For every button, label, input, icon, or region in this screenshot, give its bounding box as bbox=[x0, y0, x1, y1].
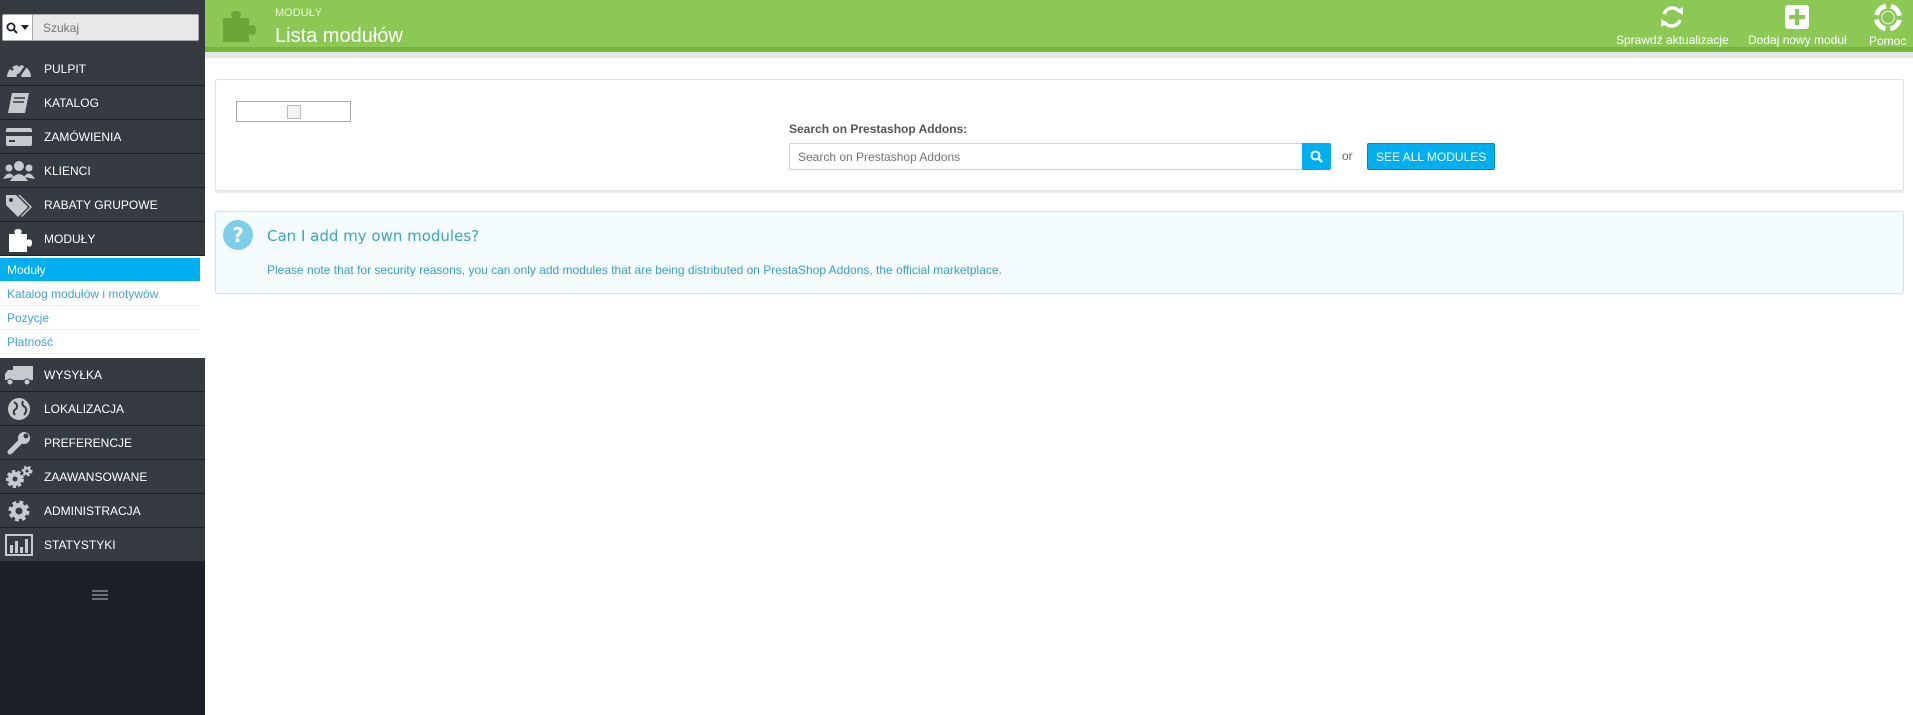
addons-logo-image bbox=[236, 101, 351, 122]
caret-down-icon bbox=[21, 25, 29, 30]
sidebar-item-label: WYSYŁKA bbox=[44, 367, 103, 382]
info-title: Can I add my own modules? bbox=[267, 227, 480, 245]
sidebar-item-label: PULPIT bbox=[44, 61, 87, 76]
sidebar-item-label: PREFERENCJE bbox=[44, 435, 133, 450]
menu-lines-icon-bar bbox=[92, 598, 108, 600]
lifebuoy-icon bbox=[1873, 4, 1902, 31]
see-all-modules-button[interactable]: SEE ALL MODULES bbox=[1367, 143, 1496, 170]
sidebar-item-statystyki[interactable]: STATYSTYKI bbox=[0, 528, 205, 562]
sidebar-item-zaawansowane[interactable]: ZAAWANSOWANE bbox=[0, 460, 205, 494]
search-type-button[interactable] bbox=[3, 15, 33, 40]
sidebar: PULPIT KATALOG ZAMÓWIENIA KLIENCI RABATY… bbox=[0, 0, 205, 715]
sidebar-item-klienci[interactable]: KLIENCI bbox=[0, 154, 205, 188]
sidebar-item-preferencje[interactable]: PREFERENCJE bbox=[0, 426, 205, 460]
help-button[interactable]: Pomoc bbox=[1869, 4, 1906, 48]
refresh-icon bbox=[1661, 6, 1684, 28]
submenu-item-pozycje[interactable]: Pozycje bbox=[0, 306, 200, 330]
plus-square-icon bbox=[1785, 5, 1810, 29]
or-separator: or bbox=[1342, 149, 1353, 163]
truck-icon bbox=[0, 358, 38, 392]
users-icon bbox=[0, 154, 38, 188]
sidebar-item-label: KLIENCI bbox=[44, 163, 91, 178]
submenu-item-platnosc[interactable]: Płatność bbox=[0, 330, 200, 354]
sidebar-item-wysylka[interactable]: WYSYŁKA bbox=[0, 358, 205, 392]
info-text: Please note that for security reasons, y… bbox=[267, 263, 1002, 277]
question-circle-icon: ? bbox=[223, 220, 253, 250]
wrench-icon bbox=[0, 426, 38, 460]
sidebar-item-label: LOKALIZACJA bbox=[44, 401, 125, 416]
addons-search-button[interactable] bbox=[1302, 143, 1331, 170]
menu-lines-icon bbox=[92, 590, 108, 592]
breadcrumb[interactable]: MODUŁY bbox=[275, 7, 322, 19]
addons-search-panel: Search on Prestashop Addons: or SEE ALL … bbox=[215, 79, 1904, 191]
sidebar-search-area bbox=[0, 0, 205, 52]
dashboard-gauge-icon bbox=[0, 52, 38, 86]
sidebar-item-rabaty-grupowe[interactable]: RABATY GRUPOWE bbox=[0, 188, 205, 222]
puzzle-header-icon bbox=[223, 11, 256, 42]
sidebar-item-label: ZAAWANSOWANE bbox=[44, 469, 148, 484]
sidebar-collapse-button[interactable] bbox=[92, 590, 108, 602]
sidebar-item-label: RABATY GRUPOWE bbox=[44, 197, 158, 212]
sidebar-item-zamowienia[interactable]: ZAMÓWIENIA bbox=[0, 120, 205, 154]
sidebar-item-administracja[interactable]: ADMINISTRACJA bbox=[0, 494, 205, 528]
submenu-item-moduly[interactable]: Moduły bbox=[0, 258, 200, 282]
help-label: Pomoc bbox=[1869, 34, 1907, 48]
search-icon bbox=[1310, 150, 1323, 163]
globe-icon bbox=[0, 392, 38, 426]
sidebar-submenu: Moduły Katalog modułów i motywów Pozycje… bbox=[0, 256, 205, 358]
sidebar-menu-top: PULPIT KATALOG ZAMÓWIENIA KLIENCI RABATY… bbox=[0, 52, 205, 256]
cogs-icon bbox=[0, 460, 38, 494]
menu-lines-icon-bar bbox=[92, 594, 108, 596]
add-new-module-button[interactable]: Dodaj nowy moduł bbox=[1748, 4, 1847, 48]
broken-image-icon bbox=[287, 105, 301, 119]
page-title: Lista modułów bbox=[275, 25, 403, 47]
info-box: ? Can I add my own modules? Please note … bbox=[215, 211, 1904, 294]
sidebar-menu-bottom: WYSYŁKA LOKALIZACJA PREFERENCJE ZAAWANSO… bbox=[0, 358, 205, 562]
sidebar-item-label: ZAMÓWIENIA bbox=[44, 129, 122, 144]
svg-text:?: ? bbox=[232, 223, 244, 247]
submenu-item-katalog-modulow[interactable]: Katalog modułów i motywów bbox=[0, 282, 200, 306]
search-box bbox=[2, 14, 199, 41]
sidebar-item-label: KATALOG bbox=[44, 95, 99, 110]
credit-card-icon bbox=[0, 120, 38, 154]
book-icon bbox=[0, 86, 38, 120]
cog-icon bbox=[0, 494, 38, 528]
sidebar-item-lokalizacja[interactable]: LOKALIZACJA bbox=[0, 392, 205, 426]
sidebar-item-label: MODUŁY bbox=[44, 231, 96, 246]
puzzle-icon bbox=[0, 222, 38, 256]
sidebar-item-label: ADMINISTRACJA bbox=[44, 503, 141, 518]
addons-search-input[interactable] bbox=[789, 143, 1303, 170]
check-updates-label: Sprawdź aktualizacje bbox=[1616, 33, 1729, 47]
bar-chart-icon bbox=[0, 528, 38, 562]
sidebar-item-moduly[interactable]: MODUŁY bbox=[0, 222, 205, 256]
tags-icon bbox=[0, 188, 38, 222]
sidebar-item-label: STATYSTYKI bbox=[44, 537, 116, 552]
page-header: MODUŁY Lista modułów Sprawdź aktualizacj… bbox=[205, 0, 1913, 52]
sidebar-item-pulpit[interactable]: PULPIT bbox=[0, 52, 205, 86]
sidebar-item-katalog[interactable]: KATALOG bbox=[0, 86, 205, 120]
add-new-module-label: Dodaj nowy moduł bbox=[1748, 33, 1847, 47]
search-input[interactable] bbox=[33, 15, 198, 40]
search-icon bbox=[6, 22, 18, 34]
addons-search-label: Search on Prestashop Addons: bbox=[789, 122, 968, 136]
header-shadow-strip bbox=[205, 52, 1913, 58]
check-updates-button[interactable]: Sprawdź aktualizacje bbox=[1616, 4, 1729, 48]
